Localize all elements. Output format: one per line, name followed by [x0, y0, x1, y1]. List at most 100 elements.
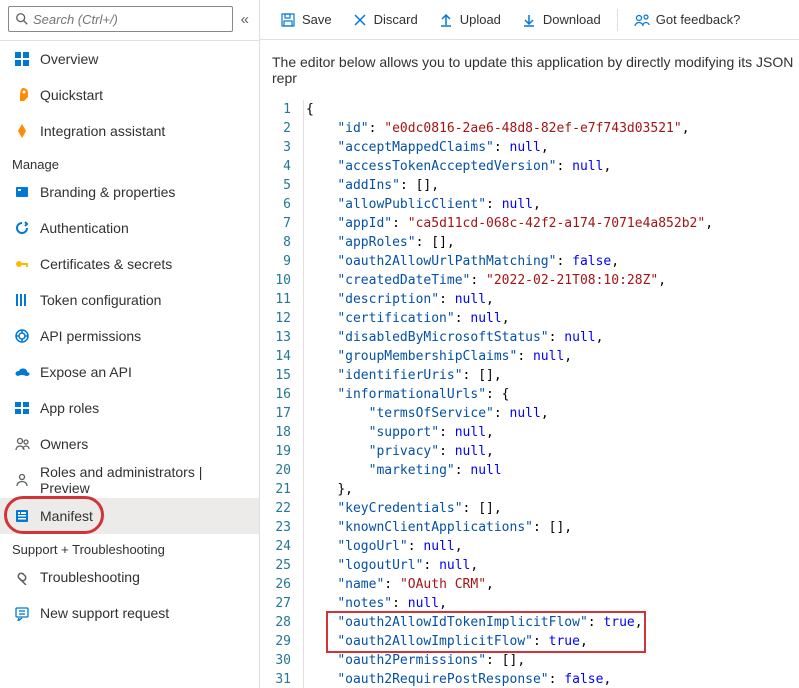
code-line[interactable]: "allowPublicClient": null, [306, 195, 799, 214]
sidebar-item-expose[interactable]: Expose an API [0, 354, 259, 390]
approles-icon [14, 400, 30, 416]
branding-icon [14, 184, 30, 200]
code-line[interactable]: "accessTokenAcceptedVersion": null, [306, 157, 799, 176]
save-icon [280, 12, 296, 28]
sidebar-item-label: Certificates & secrets [40, 256, 172, 272]
line-number: 24 [260, 537, 291, 556]
line-number: 13 [260, 328, 291, 347]
sidebar-item-quickstart[interactable]: Quickstart [0, 77, 259, 113]
code-line[interactable]: "oauth2AllowUrlPathMatching": false, [306, 252, 799, 271]
download-button[interactable]: Download [513, 8, 609, 32]
code-line[interactable]: "privacy": null, [306, 442, 799, 461]
code-line[interactable]: "oauth2AllowImplicitFlow": true, [306, 632, 799, 651]
code-line[interactable]: "acceptMappedClaims": null, [306, 138, 799, 157]
line-number: 26 [260, 575, 291, 594]
feedback-label: Got feedback? [656, 12, 741, 27]
code-line[interactable]: "description": null, [306, 290, 799, 309]
line-number: 6 [260, 195, 291, 214]
sidebar-item-owners[interactable]: Owners [0, 426, 259, 462]
manifest-editor[interactable]: 1234567891011121314151617181920212223242… [260, 100, 799, 688]
feedback-icon [634, 12, 650, 28]
code-line[interactable]: "logoUrl": null, [306, 537, 799, 556]
line-number: 17 [260, 404, 291, 423]
code-line[interactable]: "logoutUrl": null, [306, 556, 799, 575]
code-line[interactable]: "disabledByMicrosoftStatus": null, [306, 328, 799, 347]
line-number: 10 [260, 271, 291, 290]
sidebar-item-label: Branding & properties [40, 184, 175, 200]
sidebar-item-approles[interactable]: App roles [0, 390, 259, 426]
sidebar-item-overview[interactable]: Overview [0, 41, 259, 77]
toolbar-separator [617, 9, 618, 31]
line-number: 12 [260, 309, 291, 328]
line-number: 28 [260, 613, 291, 632]
sidebar-item-roles[interactable]: Roles and administrators | Preview [0, 462, 259, 498]
auth-icon [14, 220, 30, 236]
line-number: 11 [260, 290, 291, 309]
line-number: 7 [260, 214, 291, 233]
discard-label: Discard [374, 12, 418, 27]
collapse-sidebar-button[interactable]: « [239, 11, 251, 28]
code-line[interactable]: "appRoles": [], [306, 233, 799, 252]
upload-label: Upload [460, 12, 501, 27]
sidebar-item-label: Quickstart [40, 87, 103, 103]
sidebar-item-token[interactable]: Token configuration [0, 282, 259, 318]
feedback-button[interactable]: Got feedback? [626, 8, 749, 32]
sidebar-item-label: Troubleshooting [40, 569, 140, 585]
sidebar-item-label: Manifest [40, 508, 93, 524]
code-area[interactable]: { "id": "e0dc0816-2ae6-48d8-82ef-e7f743d… [304, 100, 799, 688]
discard-button[interactable]: Discard [344, 8, 426, 32]
code-line[interactable]: "informationalUrls": { [306, 385, 799, 404]
newreq-icon [14, 605, 30, 621]
sidebar-item-label: App roles [40, 400, 99, 416]
sidebar-item-api-perm[interactable]: API permissions [0, 318, 259, 354]
upload-button[interactable]: Upload [430, 8, 509, 32]
code-line[interactable]: "oauth2Permissions": [], [306, 651, 799, 670]
save-label: Save [302, 12, 332, 27]
certs-icon [14, 256, 30, 272]
sidebar-item-integration[interactable]: Integration assistant [0, 113, 259, 149]
sidebar-item-newreq[interactable]: New support request [0, 595, 259, 631]
sidebar-item-label: Overview [40, 51, 98, 67]
sidebar-item-certs[interactable]: Certificates & secrets [0, 246, 259, 282]
line-number: 25 [260, 556, 291, 575]
code-line[interactable]: "oauth2RequirePostResponse": false, [306, 670, 799, 688]
integration-icon [14, 123, 30, 139]
code-line[interactable]: "certification": null, [306, 309, 799, 328]
api-perm-icon [14, 328, 30, 344]
code-line[interactable]: "notes": null, [306, 594, 799, 613]
code-line[interactable]: { [306, 100, 799, 119]
save-button[interactable]: Save [272, 8, 340, 32]
sidebar-item-troubleshoot[interactable]: Troubleshooting [0, 559, 259, 595]
code-line[interactable]: "addIns": [], [306, 176, 799, 195]
code-line[interactable]: "knownClientApplications": [], [306, 518, 799, 537]
code-line[interactable]: "support": null, [306, 423, 799, 442]
code-line[interactable]: "createdDateTime": "2022-02-21T08:10:28Z… [306, 271, 799, 290]
token-icon [14, 292, 30, 308]
sidebar-item-branding[interactable]: Branding & properties [0, 174, 259, 210]
line-number: 3 [260, 138, 291, 157]
sidebar-item-manifest[interactable]: Manifest [0, 498, 259, 534]
search-box[interactable] [8, 6, 233, 32]
description-text: The editor below allows you to update th… [260, 40, 799, 100]
code-line[interactable]: "groupMembershipClaims": null, [306, 347, 799, 366]
search-input[interactable] [33, 12, 226, 27]
sidebar-item-auth[interactable]: Authentication [0, 210, 259, 246]
line-number: 30 [260, 651, 291, 670]
code-line[interactable]: "marketing": null [306, 461, 799, 480]
code-line[interactable]: "keyCredentials": [], [306, 499, 799, 518]
section-manage: Manage [0, 149, 259, 174]
code-line[interactable]: }, [306, 480, 799, 499]
code-line[interactable]: "oauth2AllowIdTokenImplicitFlow": true, [306, 613, 799, 632]
line-number: 20 [260, 461, 291, 480]
code-line[interactable]: "id": "e0dc0816-2ae6-48d8-82ef-e7f743d03… [306, 119, 799, 138]
code-line[interactable]: "name": "OAuth CRM", [306, 575, 799, 594]
sidebar-item-label: Owners [40, 436, 88, 452]
troubleshoot-icon [14, 569, 30, 585]
code-line[interactable]: "termsOfService": null, [306, 404, 799, 423]
line-number: 29 [260, 632, 291, 651]
code-line[interactable]: "appId": "ca5d11cd-068c-42f2-a174-7071e4… [306, 214, 799, 233]
line-number: 22 [260, 499, 291, 518]
line-number: 1 [260, 100, 291, 119]
roles-icon [14, 472, 30, 488]
code-line[interactable]: "identifierUris": [], [306, 366, 799, 385]
